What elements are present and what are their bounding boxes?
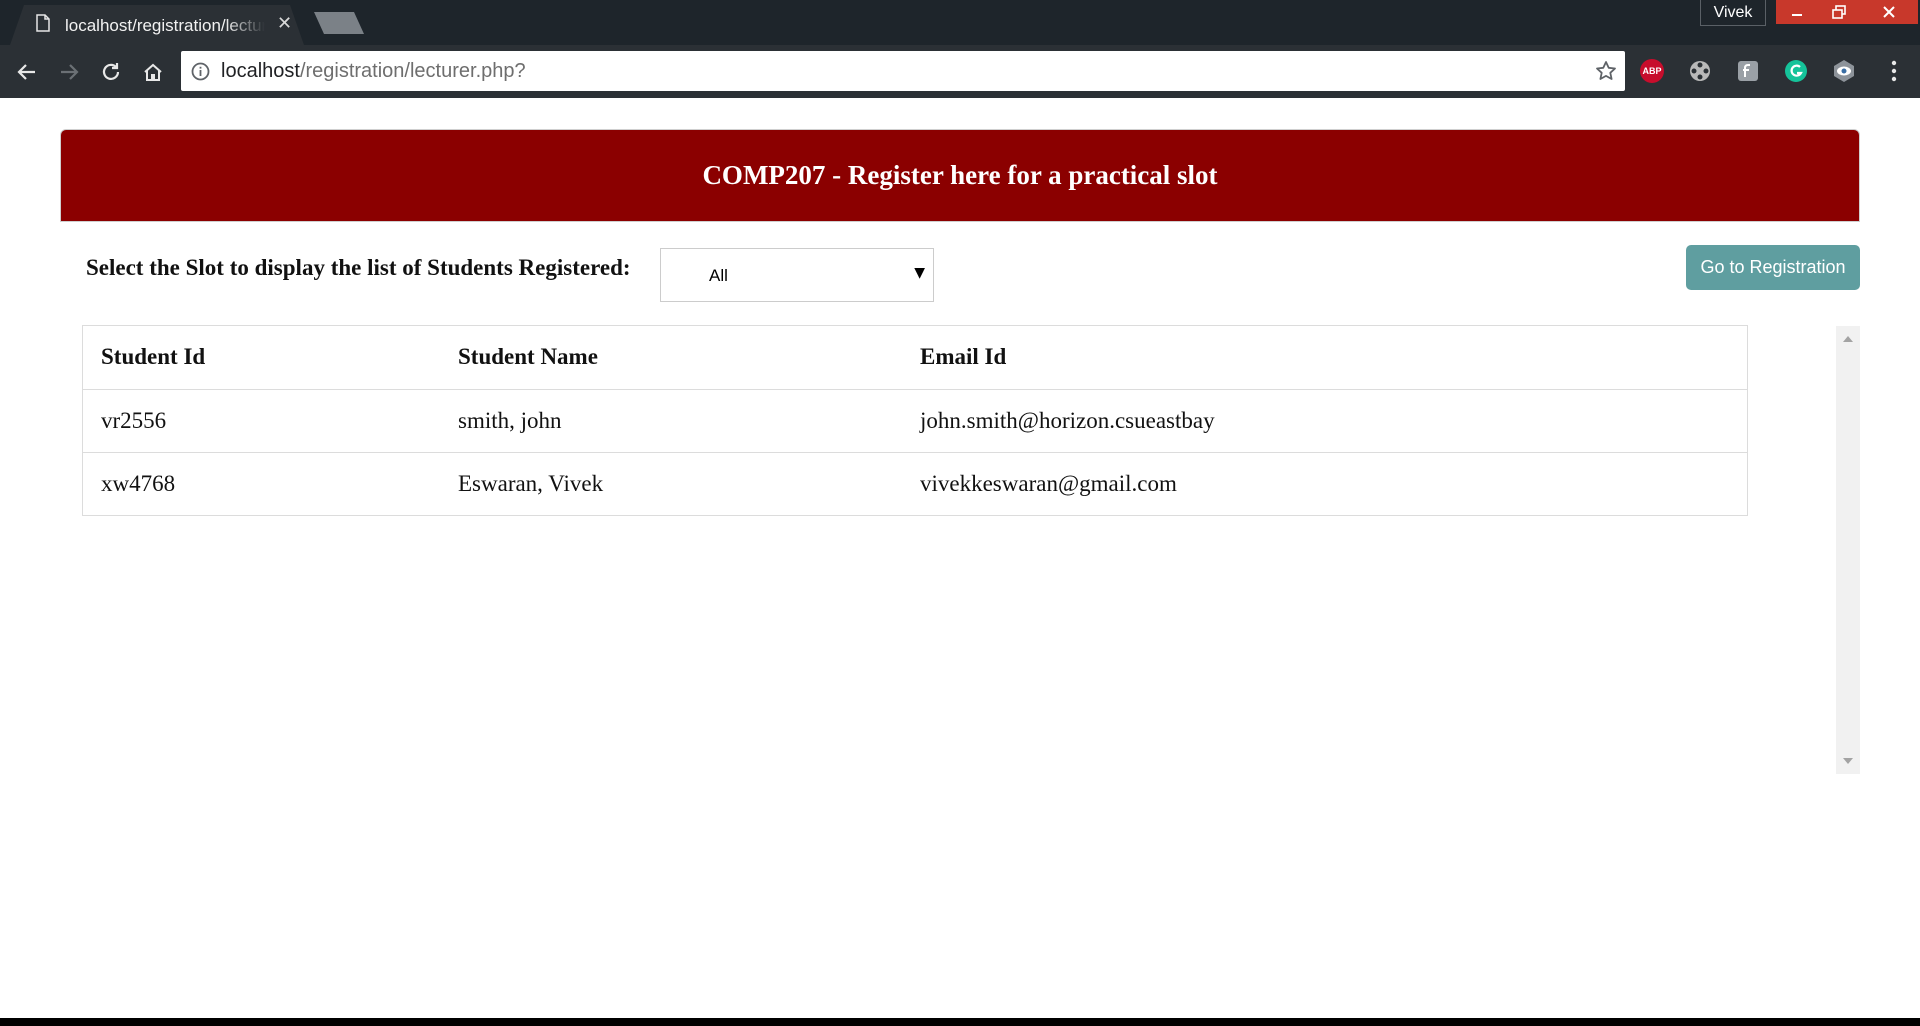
back-button[interactable] <box>12 57 42 87</box>
url-path: /registration/lecturer.php? <box>299 60 526 82</box>
slot-filter-label: Select the Slot to display the list of S… <box>86 255 631 280</box>
url-host: localhost <box>221 60 300 82</box>
table-scrollbar[interactable] <box>1836 326 1860 774</box>
tab-title: localhost/registration/lecturer.php? <box>65 16 265 35</box>
forward-arrow-icon <box>61 64 79 80</box>
forward-button[interactable] <box>54 57 84 87</box>
more-vertical-icon <box>1891 60 1897 82</box>
column-header-student-id: Student Id <box>83 326 440 390</box>
address-bar[interactable]: localhost/registration/lecturer.php? <box>181 51 1625 91</box>
browser-toolbar: localhost/registration/lecturer.php? ABP <box>0 45 1920 98</box>
os-taskbar <box>0 1018 1920 1026</box>
camera-reel-icon <box>1690 61 1710 81</box>
restore-icon <box>1831 5 1846 19</box>
info-icon[interactable] <box>191 62 210 81</box>
column-header-student-name: Student Name <box>440 326 902 390</box>
window-controls <box>1776 0 1918 24</box>
bookmark-star-icon[interactable] <box>1595 60 1617 82</box>
scroll-down-arrow-icon[interactable] <box>1843 758 1853 764</box>
cell-email: vivekkeswaran@gmail.com <box>920 470 1177 496</box>
camera-extension[interactable] <box>1687 58 1713 84</box>
adblock-extension[interactable]: ABP <box>1639 58 1665 84</box>
browser-titlebar: localhost/registration/lecturer.php? ✕ V… <box>0 0 1920 45</box>
table-row: xw4768 Eswaran, Vivek vivekkeswaran@gmai… <box>83 452 1747 515</box>
grammarly-extension[interactable] <box>1783 58 1809 84</box>
eye-icon <box>1834 60 1854 82</box>
students-table: Student Id Student Name Email Id vr2556 … <box>82 325 1748 516</box>
new-tab-button[interactable] <box>314 12 364 34</box>
back-arrow-icon <box>17 64 35 80</box>
cell-student-id: xw4768 <box>101 470 176 496</box>
profile-button[interactable]: Vivek <box>1700 0 1766 26</box>
cell-student-name: Eswaran, Vivek <box>458 470 604 496</box>
font-extension[interactable] <box>1735 58 1761 84</box>
slot-selected-value: All <box>709 266 728 285</box>
browser-menu-button[interactable] <box>1881 58 1907 84</box>
dropdown-arrow-icon: ▼ <box>914 265 925 281</box>
grammarly-icon <box>1785 60 1807 82</box>
eye-extension[interactable] <box>1831 58 1857 84</box>
slot-select[interactable]: All ▼ <box>660 248 934 302</box>
cell-student-id: vr2556 <box>83 389 440 453</box>
table-header-row: Student Id Student Name Email Id <box>83 326 1747 390</box>
font-icon <box>1738 61 1758 81</box>
browser-tab[interactable]: localhost/registration/lecturer.php? ✕ <box>10 5 304 45</box>
minimize-button[interactable] <box>1776 0 1818 24</box>
close-window-button[interactable] <box>1860 0 1918 24</box>
page-content: COMP207 - Register here for a practical … <box>0 98 1920 1018</box>
url-text: localhost/registration/lecturer.php? <box>221 60 526 83</box>
table-row: vr2556 smith, john john.smith@horizon.cs… <box>83 389 1747 453</box>
close-icon <box>1883 6 1895 18</box>
home-button[interactable] <box>138 57 168 87</box>
reload-icon <box>102 63 120 80</box>
scroll-up-arrow-icon[interactable] <box>1843 336 1853 342</box>
restore-button[interactable] <box>1818 0 1860 24</box>
reload-button[interactable] <box>96 57 126 87</box>
go-to-registration-button[interactable]: Go to Registration <box>1686 245 1860 290</box>
cell-student-name: smith, john <box>440 389 902 453</box>
page-icon <box>36 14 50 32</box>
minimize-icon <box>1791 14 1802 16</box>
header-banner: COMP207 - Register here for a practical … <box>60 129 1860 222</box>
column-header-email: Email Id <box>902 326 1747 390</box>
page-title: COMP207 - Register here for a practical … <box>702 160 1218 190</box>
cell-email: john.smith@horizon.csueastbay <box>902 389 1747 453</box>
tab-close-icon[interactable]: ✕ <box>277 13 292 34</box>
home-icon <box>144 63 162 81</box>
adblock-icon: ABP <box>1640 59 1664 83</box>
